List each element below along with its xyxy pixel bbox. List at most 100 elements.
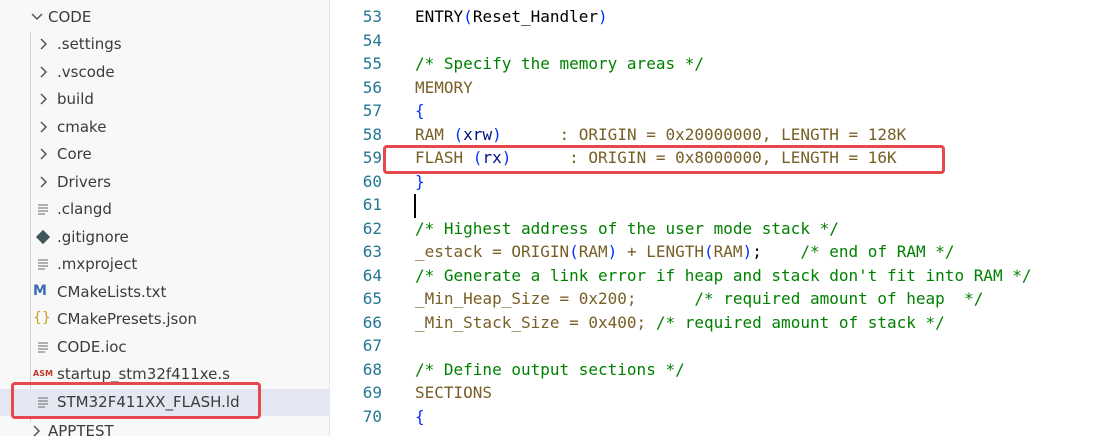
explorer-item-label: CMakePresets.json [57,310,198,328]
text-file-icon [38,204,48,215]
line-number: 65 [362,289,382,308]
code-line: 61 [331,193,1100,217]
code-token: ; [752,242,801,261]
explorer-file[interactable]: M CMakeLists.txt [0,279,330,306]
code-line: 57 { [331,99,1100,123]
cmake-icon: M [33,282,47,299]
explorer-folder[interactable]: Core [0,141,330,168]
explorer-file[interactable]: .clangd [0,196,330,223]
code-text: { [415,101,425,120]
code-line: 69 SECTIONS [331,381,1100,405]
code-token: xrw [463,124,493,144]
explorer-folder[interactable]: Drivers [0,169,330,196]
code-text: ENTRY(Reset_Handler) [415,7,608,26]
code-text: } [415,172,425,191]
code-text: /* Highest address of the user mode stac… [415,219,839,238]
code-token: ( [463,7,473,26]
code-token: Reset_Handler [472,7,599,26]
code-line: 64 /* Generate a link error if heap and s… [331,264,1100,288]
code-line: 56 MEMORY [331,76,1100,100]
explorer-folder[interactable]: .settings [0,31,330,58]
line-number: 59 [362,148,382,167]
code-token: ) [598,7,608,26]
git-icon [35,229,51,244]
code-token: SECTIONS [415,383,493,402]
explorer-item-label: cmake [57,117,107,136]
explorer-panel: CODE .settings .vscode build cmake Core Drive… [0,0,330,440]
chevron-right-icon [40,93,48,105]
chevron-right-icon [40,148,48,160]
json-icon: {} [33,310,51,326]
chevron-right-icon [40,38,48,50]
explorer-item-label: .vscode [57,62,115,81]
code-text: _Min_Stack_Size = 0x400; /* required amo… [415,313,945,332]
code-token: ( [569,242,579,261]
explorer-file[interactable]: .mxproject [0,251,330,278]
line-number: 58 [362,124,382,144]
code-token: MEMORY [415,77,473,97]
explorer-item-label: build [57,90,94,108]
code-token: /* Highest address of the user mode stac… [415,218,839,238]
line-number: 66 [362,312,382,332]
line-number: 61 [362,195,382,214]
code-text: SECTIONS [415,383,492,402]
code-token: /* required amount of heap */ [694,289,984,308]
code-text: /* Specify the memory areas */ [415,54,704,73]
explorer-item-label: startup_stm32f411xe.s [57,365,230,383]
code-token: + LENGTH [617,242,705,261]
code-line: 63 _estack = ORIGIN(RAM) + LENGTH(RAM); /… [331,240,1100,264]
code-text: /* Define output sections */ [415,360,685,379]
code-token: _Min_Heap_Size = 0x200; [415,289,695,308]
code-text: /* Generate a link error if heap and sta… [415,266,1032,285]
code-token: _Min_Stack_Size = 0x400; [415,312,656,332]
explorer-item-label: Core [57,145,92,163]
chevron-right-icon [40,65,48,78]
chevron-right-icon [40,175,48,188]
line-number: 63 [362,242,382,261]
code-editor[interactable]: 53 ENTRY(Reset_Handler) 54 55/* Specify the… [331,0,1100,436]
explorer-folder[interactable]: build [0,86,330,113]
code-token: /* required amount of stack */ [655,312,945,332]
code-line: 58 RAM (xrw) : ORIGIN = 0x20000000, LENGT… [331,123,1100,147]
explorer-file[interactable]: {} CMakePresets.json [0,306,330,333]
code-token: RAM [578,242,608,261]
explorer-file[interactable]: .gitignore [0,224,330,251]
explorer-root-code[interactable]: CODE [0,4,330,31]
code-token: RAM [415,124,454,144]
code-line: 65 _Min_Heap_Size = 0x200; /* required am… [331,287,1100,311]
line-number: 69 [362,383,382,402]
line-number: 64 [362,265,382,285]
code-token: { [415,101,425,120]
chevron-down-icon [31,13,43,21]
line-number: 68 [362,359,382,379]
line-number: 56 [362,77,382,97]
code-token: ) [742,242,753,261]
explorer-file[interactable]: CODE.ioc [0,334,330,361]
code-line: 66 _Min_Stack_Size = 0x400; /* required a… [331,311,1100,335]
explorer-item-label: .mxproject [57,255,138,273]
code-token: ( [704,242,714,261]
code-line: 55 /* Specify the memory areas */ [331,52,1100,76]
highlight-box-file [11,382,261,419]
explorer-root-apptest[interactable]: APPTEST [0,418,330,445]
code-text: { [415,407,425,426]
code-token: /* Generate a link error if heap and sta… [415,265,1032,285]
line-number: 67 [362,336,382,355]
line-number: 62 [362,218,382,238]
highlight-box-line [383,145,945,174]
code-line: 70 { [331,405,1100,429]
code-line: 67 [331,334,1100,358]
code-token: : ORIGIN = 0x20000000, LENGTH = 128K [501,124,907,144]
explorer-item-label: .gitignore [57,227,129,246]
line-number: 57 [362,101,382,120]
code-token: _estack = ORIGIN [415,242,570,261]
code-line: 68 /* Define output sections */ [331,358,1100,382]
explorer-item-label: Drivers [57,172,111,191]
code-text: _estack = ORIGIN(RAM) + LENGTH(RAM); /* … [415,242,955,261]
explorer-root-label: CODE [48,8,92,26]
explorer-folder[interactable]: cmake [0,114,330,141]
code-token: /* Specify the memory areas */ [415,54,704,73]
explorer-folder[interactable]: .vscode [0,59,330,86]
line-number: 54 [362,30,382,50]
code-line: 54 [331,29,1100,53]
